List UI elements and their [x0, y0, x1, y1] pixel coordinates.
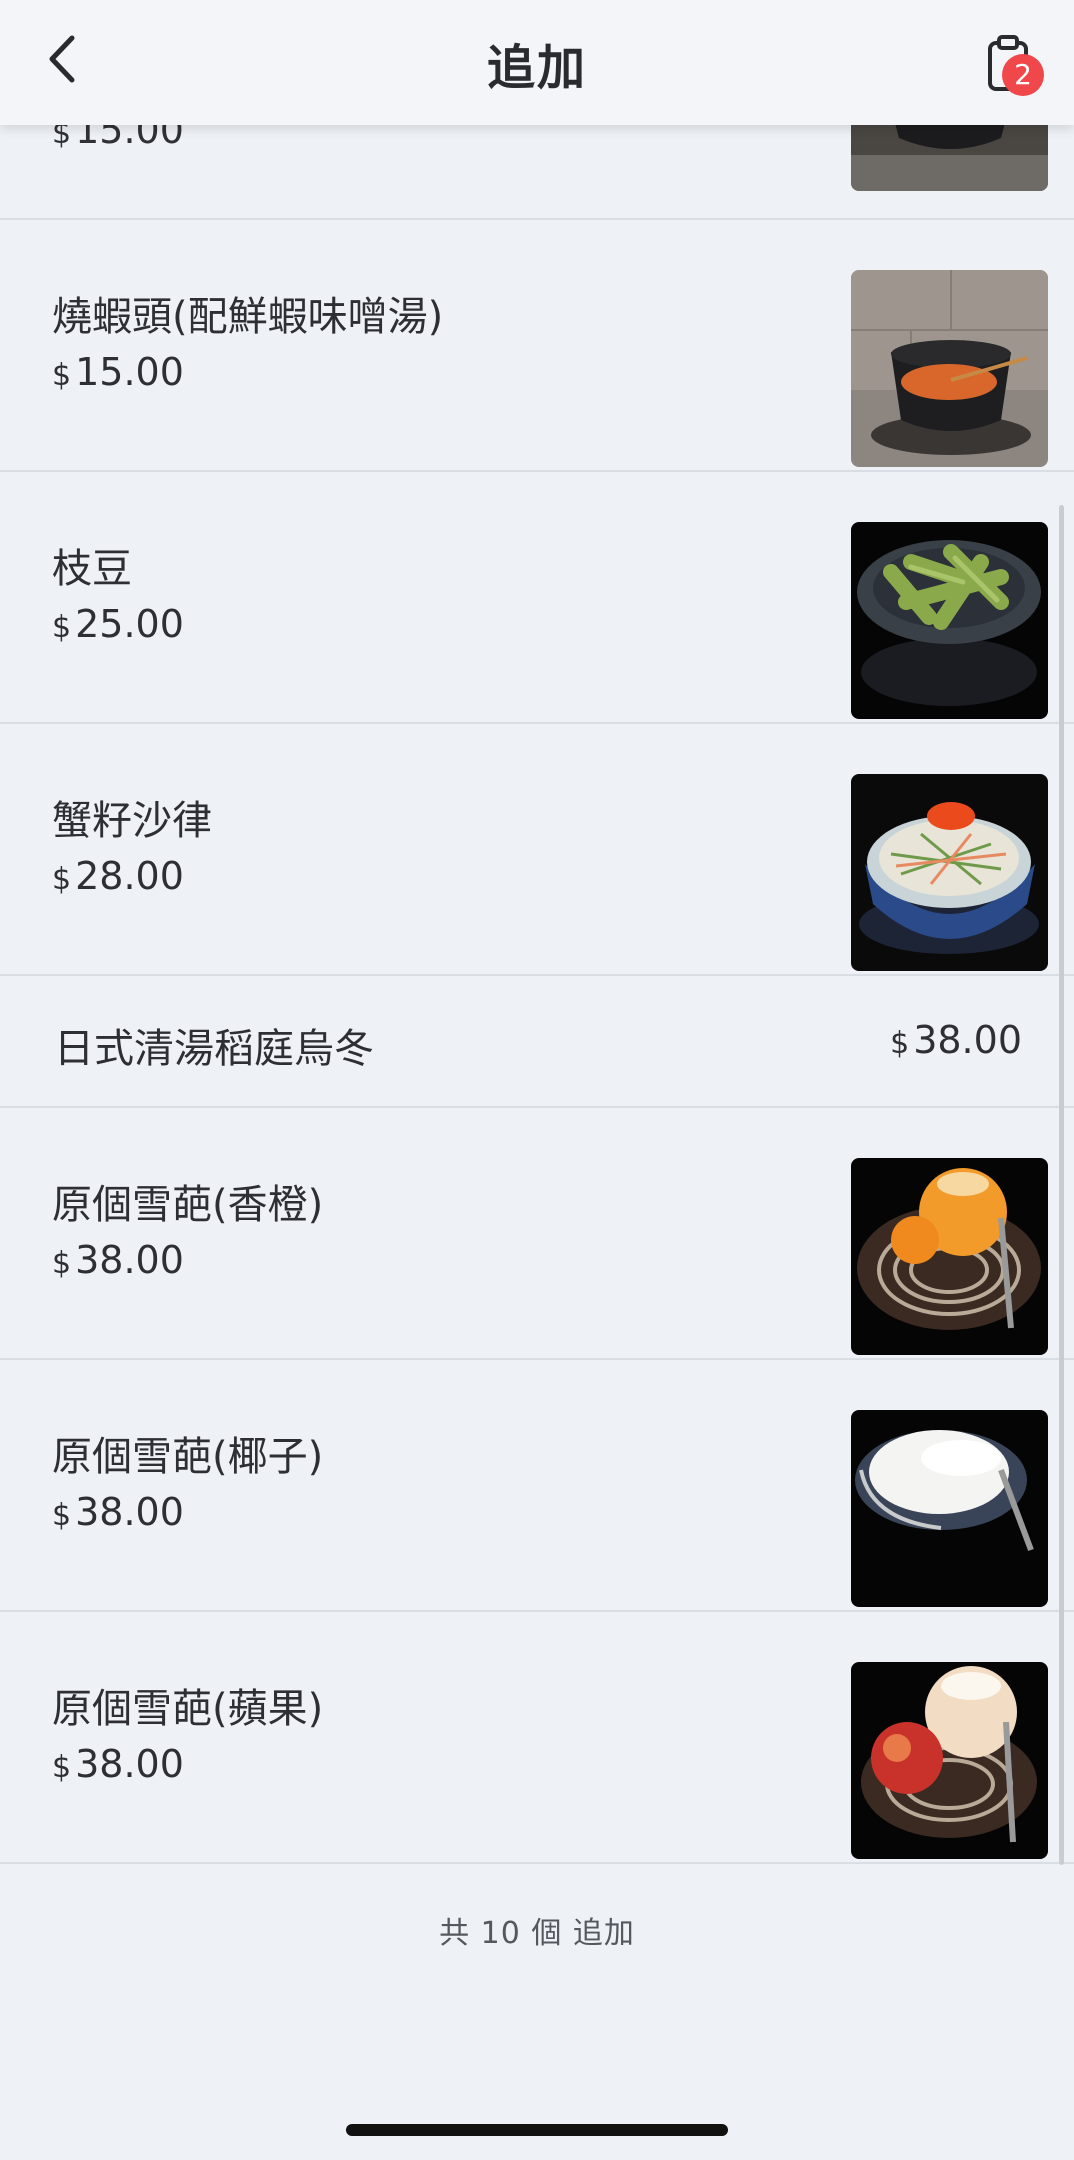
- apple-sorbet-image: [851, 1662, 1048, 1859]
- cart-count-badge: 2: [1002, 54, 1044, 96]
- menu-item[interactable]: 原個雪葩(香橙) $38.00: [0, 1108, 1074, 1358]
- item-name: 原個雪葩(香橙): [52, 1182, 324, 1228]
- item-name: 枝豆: [52, 546, 132, 592]
- menu-item[interactable]: 燒蝦頭(配鮮蝦味噌湯) $15.00: [0, 220, 1074, 470]
- item-price: $28.00: [52, 854, 184, 898]
- item-price: $38.00: [52, 1238, 184, 1282]
- crab-roe-salad-image: [851, 774, 1048, 971]
- edamame-image: [851, 522, 1048, 719]
- orange-sorbet-image: [851, 1158, 1048, 1355]
- top-bar: 追加 2: [0, 0, 1074, 125]
- divider: [0, 1862, 1074, 1864]
- home-indicator[interactable]: [346, 2124, 728, 2136]
- item-price: $25.00: [52, 602, 184, 646]
- menu-item[interactable]: 原個雪葩(蘋果) $38.00: [0, 1612, 1074, 1862]
- item-name: 燒蝦頭(配鮮蝦味噌湯): [52, 294, 444, 340]
- menu-item[interactable]: 蟹籽沙律 $28.00: [0, 724, 1074, 974]
- menu-item[interactable]: 日式清湯稻庭烏冬 $38.00: [0, 976, 1074, 1106]
- item-name: 原個雪葩(椰子): [52, 1434, 324, 1480]
- menu-item[interactable]: 原個雪葩(椰子) $38.00: [0, 1360, 1074, 1610]
- item-price: $38.00: [52, 1490, 184, 1534]
- item-count-text: 共 10 個 追加: [439, 1916, 635, 1951]
- item-price: $38.00: [890, 1018, 1022, 1062]
- item-name: 原個雪葩(蘋果): [52, 1686, 324, 1732]
- scrollbar[interactable]: [1059, 505, 1064, 1865]
- item-price: $38.00: [52, 1742, 184, 1786]
- miso-soup-image: [851, 270, 1048, 467]
- coconut-sorbet-image: [851, 1410, 1048, 1607]
- item-price: $15.00: [52, 350, 184, 394]
- menu-item[interactable]: 枝豆 $25.00: [0, 472, 1074, 722]
- item-name: 蟹籽沙律: [52, 798, 212, 844]
- page-title: 追加: [486, 40, 587, 96]
- item-name: 日式清湯稻庭烏冬: [54, 1026, 374, 1072]
